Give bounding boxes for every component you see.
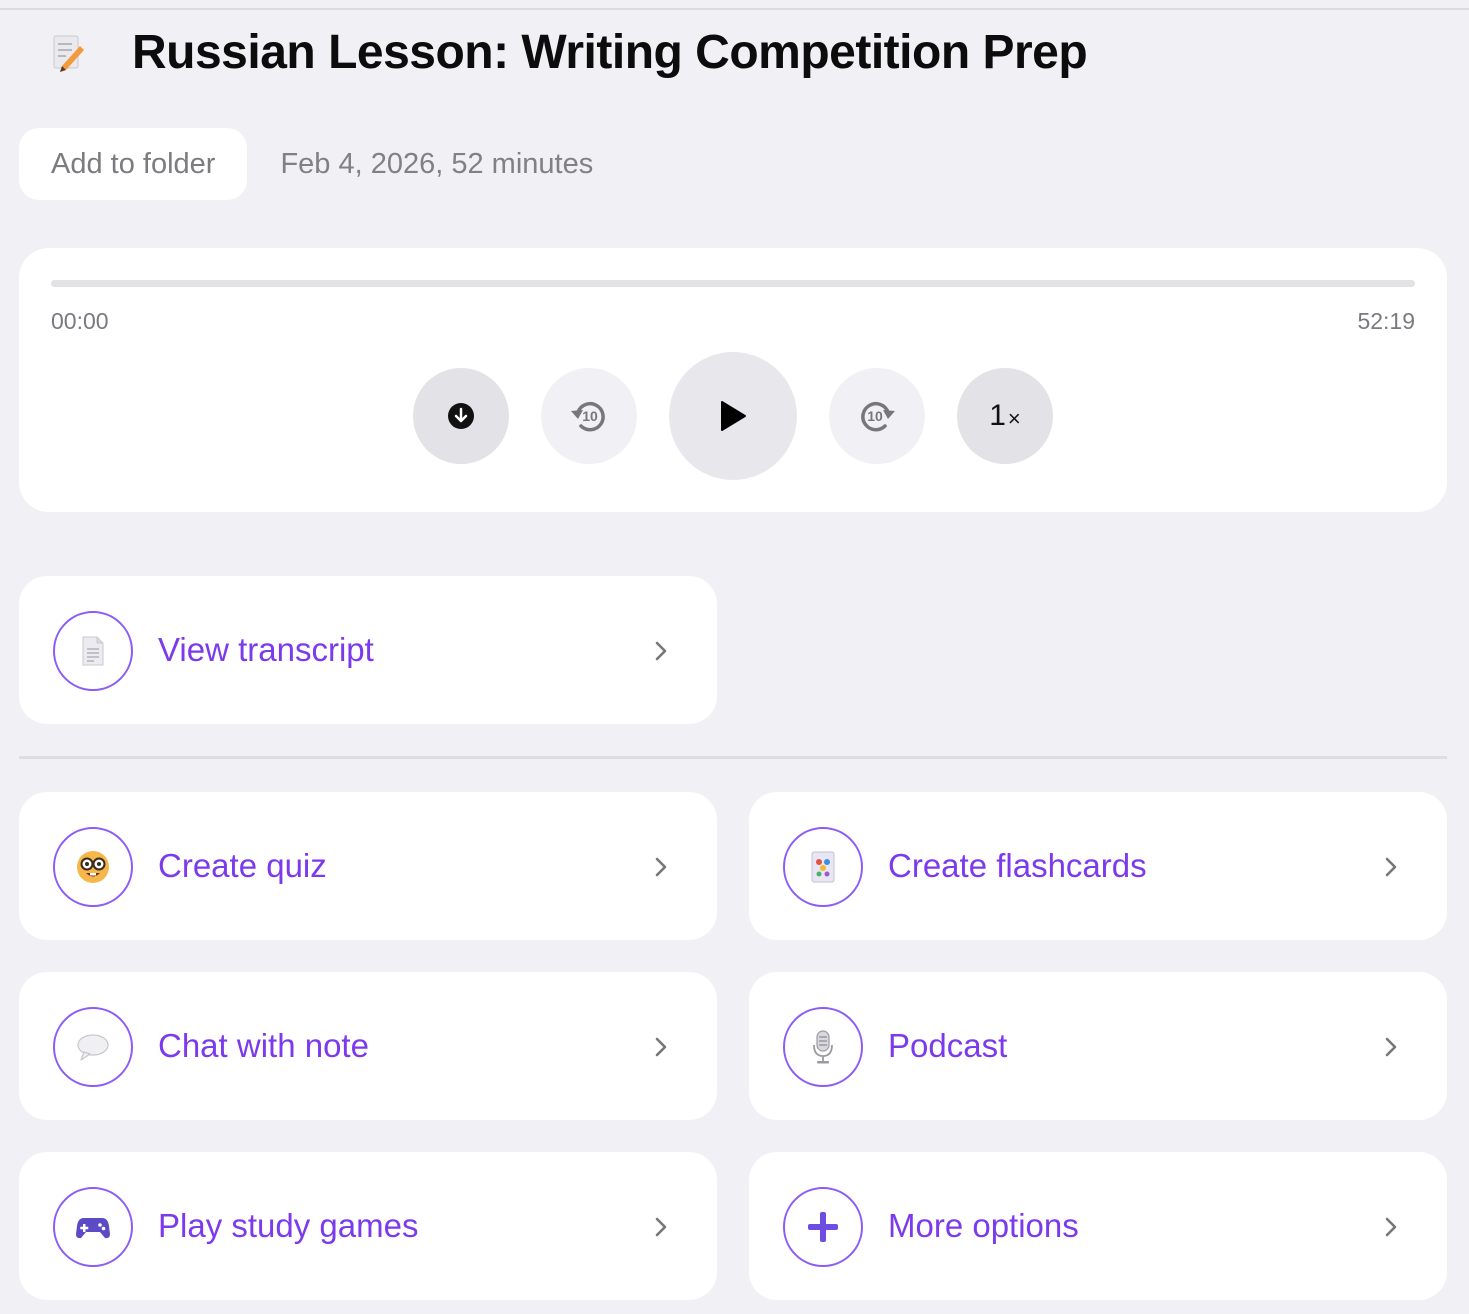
add-to-folder-button[interactable]: Add to folder [19,128,248,200]
more-options-label: More options [888,1207,1079,1244]
create-flashcards-label: Create flashcards [888,847,1147,884]
podcast-card[interactable]: Podcast [749,972,1447,1120]
audio-player: 00:00 52:19 10 10 1 × [19,248,1447,512]
playback-speed-button[interactable]: 1 × [957,368,1053,464]
forward-10-icon: 10 [861,402,895,432]
download-icon [448,403,474,429]
section-divider [19,756,1447,759]
download-button[interactable] [413,368,509,464]
create-quiz-card[interactable]: Create quiz [19,792,717,940]
chevron-right-icon [1385,1217,1397,1237]
memo-icon [48,30,88,74]
microphone-icon [783,1007,863,1087]
flashcard-icon [783,827,863,907]
view-transcript-label: View transcript [158,631,374,668]
podcast-label: Podcast [888,1027,1008,1064]
chevron-right-icon [1385,857,1397,877]
meta-row: Add to folder Feb 4, 2026, 52 minutes [19,128,593,200]
more-options-card[interactable]: More options [749,1152,1447,1300]
date-duration: Feb 4, 2026, 52 minutes [280,147,594,180]
rewind-10-icon: 10 [571,402,605,432]
chevron-right-icon [655,1037,667,1057]
play-study-games-label: Play study games [158,1207,419,1244]
skip-back-button[interactable]: 10 [541,368,637,464]
current-time: 00:00 [51,308,109,334]
create-flashcards-card[interactable]: Create flashcards [749,792,1447,940]
skip-forward-button[interactable]: 10 [829,368,925,464]
page-header: Russian Lesson: Writing Competition Prep [48,24,1088,80]
play-button[interactable] [669,352,797,480]
speed-suffix: × [1007,406,1021,431]
top-divider [0,8,1469,10]
page-title: Russian Lesson: Writing Competition Prep [132,25,1088,79]
progress-bar[interactable] [51,280,1415,287]
chevron-right-icon [655,641,667,661]
create-quiz-label: Create quiz [158,847,327,884]
skip-forward-seconds: 10 [867,408,883,424]
chevron-right-icon [655,857,667,877]
chat-with-note-card[interactable]: Chat with note [19,972,717,1120]
chat-with-note-label: Chat with note [158,1027,369,1064]
view-transcript-card[interactable]: View transcript [19,576,717,724]
play-study-games-card[interactable]: Play study games [19,1152,717,1300]
total-time: 52:19 [1357,308,1415,334]
speed-value: 1 [989,399,1006,432]
nerd-face-icon [53,827,133,907]
speech-bubble-icon [53,1007,133,1087]
chevron-right-icon [655,1217,667,1237]
chevron-right-icon [1385,1037,1397,1057]
plus-icon [783,1187,863,1267]
game-controller-icon [53,1187,133,1267]
page-icon [53,611,133,691]
play-icon [721,401,746,431]
skip-back-seconds: 10 [582,408,598,424]
